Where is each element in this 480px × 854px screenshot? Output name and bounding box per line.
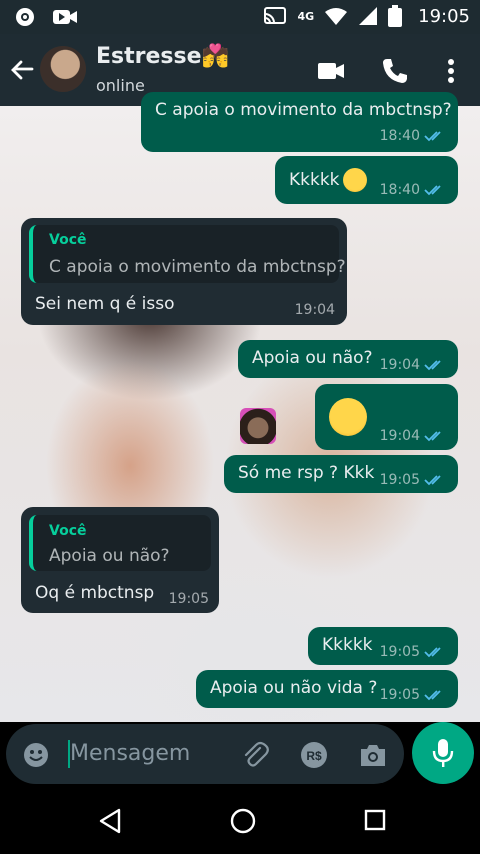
phone-icon[interactable]	[380, 56, 410, 86]
message-meta: 18:40	[380, 128, 446, 144]
message-incoming[interactable]: Você C apoia o movimento da mbctnsp? Sei…	[21, 218, 347, 325]
message-time: 18:40	[379, 128, 420, 144]
message-text: Apoia ou não vida ?	[210, 678, 378, 698]
quoted-message[interactable]: Você C apoia o movimento da mbctnsp?	[29, 225, 346, 283]
payment-icon[interactable]: R$	[300, 741, 328, 769]
message-time: 19:05	[379, 472, 420, 488]
mic-button[interactable]	[412, 722, 474, 784]
signal-icon	[359, 7, 378, 25]
message-time: 19:04	[379, 428, 420, 444]
read-ticks-icon	[424, 690, 441, 701]
presence-status: online	[96, 76, 145, 95]
read-ticks-icon	[424, 185, 441, 196]
message-meta: 19:04	[380, 357, 446, 373]
read-ticks-icon	[424, 131, 441, 142]
message-meta: 19:05	[380, 472, 446, 488]
upside-down-face-emoji-icon	[343, 168, 367, 192]
message-time: 19:05	[379, 687, 420, 703]
camera-notification-icon	[16, 8, 34, 26]
message-text: Sei nem q é isso	[35, 294, 175, 314]
message-time: 19:05	[379, 644, 420, 660]
chat-area: C apoia o movimento da mbctnsp? 18:40 Kk…	[0, 92, 480, 722]
message-text: Kkkkk	[322, 635, 373, 655]
read-ticks-icon	[424, 475, 441, 486]
message-meta: 18:40	[380, 182, 446, 198]
message-outgoing[interactable]: Kkkkk 19:05	[308, 627, 458, 665]
video-call-icon[interactable]	[316, 56, 346, 86]
status-bar: 4G 19:05	[0, 0, 480, 34]
quote-text: Apoia ou não?	[49, 546, 170, 566]
message-meta: 19:04	[380, 428, 446, 444]
wifi-icon	[325, 8, 348, 25]
video-notification-icon	[53, 10, 77, 24]
message-time: 19:05	[168, 591, 209, 607]
message-text: Apoia ou não?	[252, 348, 373, 368]
nav-recents-icon[interactable]	[364, 809, 386, 831]
more-icon[interactable]	[436, 56, 466, 86]
message-text: Só me rsp ? Kkk	[238, 463, 375, 483]
back-arrow-icon[interactable]	[8, 56, 36, 84]
composer-bar: Mensagem R$	[0, 722, 480, 790]
read-ticks-icon	[424, 360, 441, 371]
whatsapp-screen: 4G 19:05 Estresse💏 online C apoia o movi…	[0, 0, 480, 854]
nav-back-icon[interactable]	[98, 808, 122, 834]
quote-text: C apoia o movimento da mbctnsp?	[49, 257, 346, 277]
message-time: 19:04	[379, 357, 420, 373]
avatar[interactable]	[40, 46, 86, 92]
clock: 19:05	[418, 5, 470, 27]
mic-icon	[432, 739, 454, 767]
emoji-icon[interactable]	[22, 741, 50, 769]
nav-home-icon[interactable]	[230, 808, 256, 834]
message-outgoing[interactable]: Apoia ou não vida ? 19:05	[196, 670, 458, 708]
message-meta: 19:05	[380, 687, 446, 703]
quote-author: Você	[49, 523, 87, 539]
message-text: C apoia o movimento da mbctnsp?	[155, 100, 452, 120]
message-meta: 19:05	[380, 644, 446, 660]
cast-icon	[264, 7, 287, 24]
message-outgoing[interactable]: 19:04	[315, 384, 458, 450]
read-ticks-icon	[424, 431, 441, 442]
message-outgoing[interactable]: Só me rsp ? Kkk 19:05	[224, 455, 458, 493]
message-input[interactable]: Mensagem R$	[6, 724, 404, 784]
svg-text:R$: R$	[306, 749, 322, 763]
message-outgoing[interactable]: Apoia ou não? 19:04	[238, 340, 458, 378]
message-outgoing[interactable]: C apoia o movimento da mbctnsp? 18:40	[141, 92, 458, 152]
quoted-message[interactable]: Você Apoia ou não?	[29, 515, 211, 571]
network-type: 4G	[297, 9, 315, 23]
quote-author: Você	[49, 232, 87, 248]
contact-name[interactable]: Estresse💏	[96, 44, 229, 69]
upside-down-face-emoji-icon	[329, 398, 367, 436]
message-meta: 19:05	[169, 591, 209, 607]
read-ticks-icon	[424, 647, 441, 658]
attach-icon[interactable]	[240, 740, 270, 770]
system-nav-bar	[0, 790, 480, 854]
message-outgoing[interactable]: Kkkkk 18:40	[275, 156, 458, 204]
message-meta: 19:04	[295, 302, 335, 318]
message-placeholder: Mensagem	[70, 741, 191, 766]
message-text: Oq é mbctnsp	[35, 583, 155, 603]
message-time: 19:04	[294, 302, 335, 318]
message-incoming[interactable]: Você Apoia ou não? Oq é mbctnsp 19:05	[21, 507, 219, 613]
message-text: Kkkkk	[289, 170, 340, 190]
avatar-sticker[interactable]	[240, 408, 276, 444]
camera-icon[interactable]	[358, 741, 388, 769]
battery-icon	[388, 5, 403, 27]
message-time: 18:40	[379, 182, 420, 198]
